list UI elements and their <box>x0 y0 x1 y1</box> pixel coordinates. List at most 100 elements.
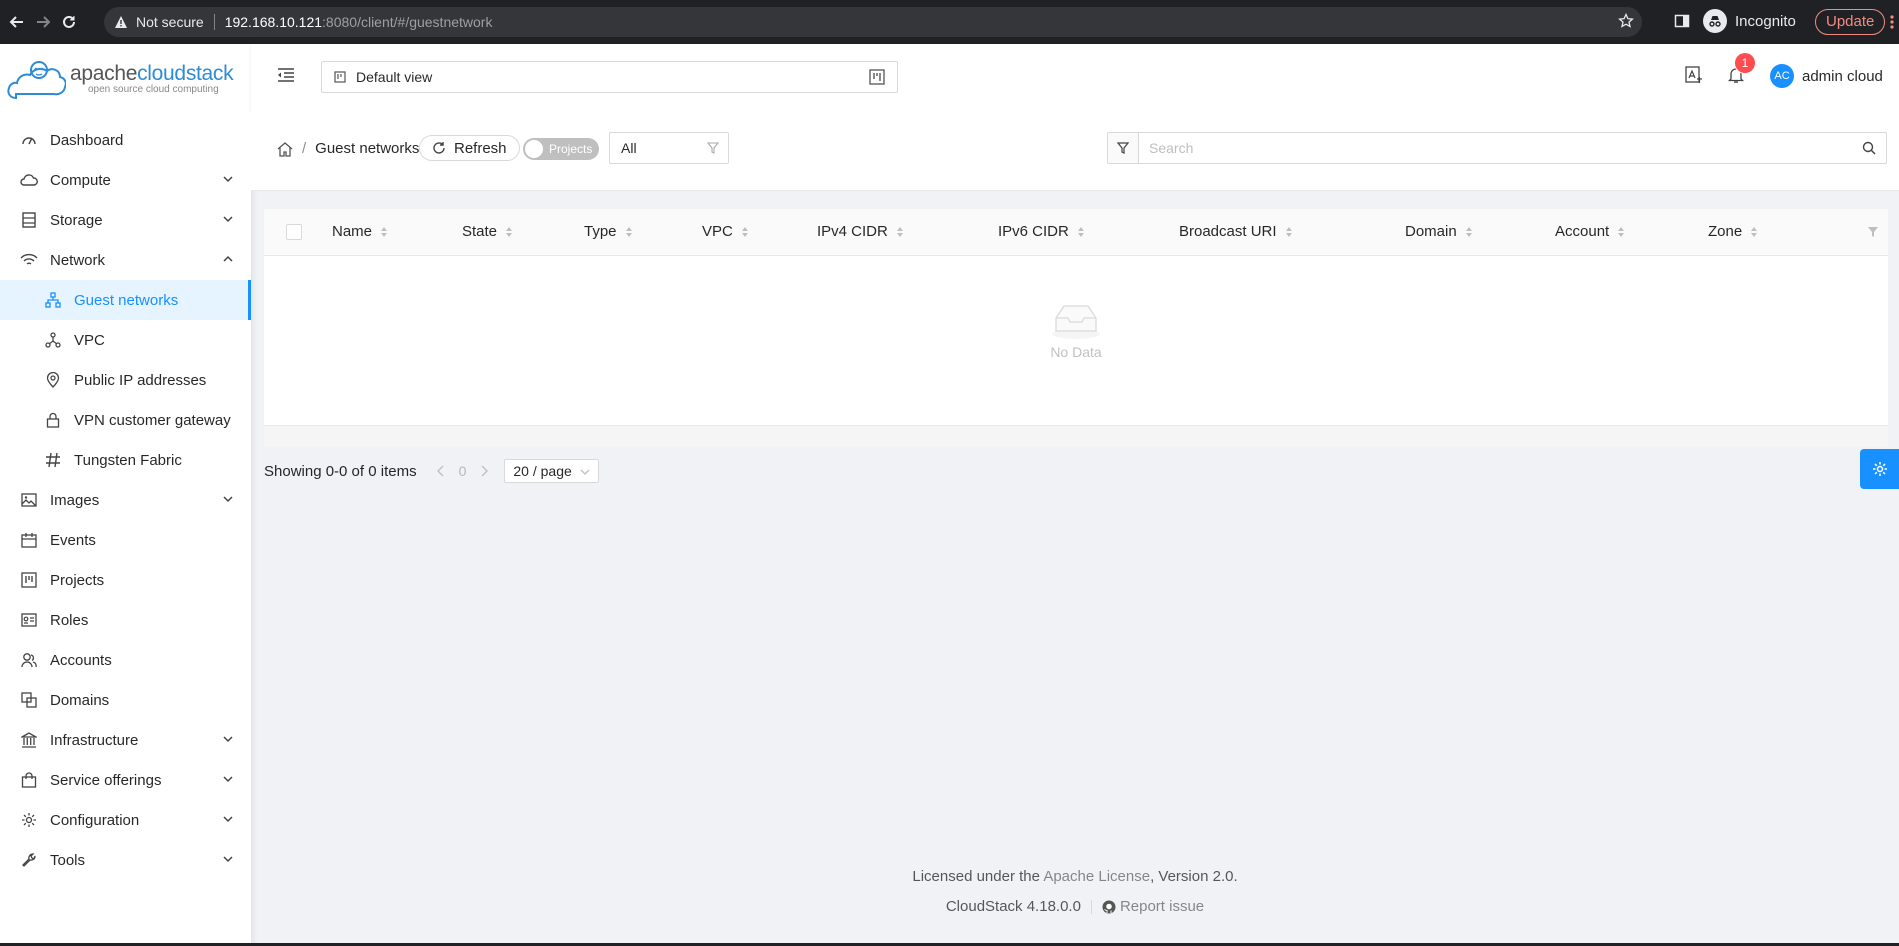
notifications[interactable]: 1 <box>1727 53 1755 84</box>
browser-toolbar: Not secure 192.168.10.121 :8080/client/#… <box>0 0 1899 44</box>
sidebar-item-label: Roles <box>50 611 89 629</box>
page-size-value: 20 / page <box>513 463 572 479</box>
sidebar-item-images[interactable]: Images <box>0 480 251 520</box>
search-icon[interactable] <box>1862 141 1876 155</box>
avatar: AC <box>1770 64 1794 88</box>
sidebar-item-storage[interactable]: Storage <box>0 200 251 240</box>
license-prefix: Licensed under the <box>912 868 1044 885</box>
side-panel-icon[interactable] <box>1674 13 1690 29</box>
sidebar-item-tungsten-fabric[interactable]: Tungsten Fabric <box>0 440 251 480</box>
column-label: Account <box>1555 223 1610 240</box>
chevron-down-icon <box>223 814 233 824</box>
view-label: Default view <box>356 69 433 85</box>
sidebar-item-label: Infrastructure <box>50 731 139 749</box>
browser-menu-icon[interactable] <box>1890 14 1894 30</box>
chevron-down-icon <box>223 214 233 224</box>
sidebar-item-dashboard[interactable]: Dashboard <box>0 120 251 160</box>
search-input[interactable]: Search <box>1139 132 1887 164</box>
column-filter-icon[interactable] <box>1867 226 1879 238</box>
page-number[interactable]: 0 <box>459 463 467 479</box>
sidebar-item-label: VPN customer gateway <box>74 411 231 429</box>
sidebar-item-service-offerings[interactable]: Service offerings <box>0 760 251 800</box>
user-menu[interactable]: AC admin cloud <box>1770 64 1883 88</box>
table-footer <box>264 425 1888 447</box>
sidebar-item-events[interactable]: Events <box>0 520 251 560</box>
deployment-unit-icon <box>44 331 62 349</box>
sidebar-item-vpn-customer-gateway[interactable]: VPN customer gateway <box>0 400 251 440</box>
refresh-button[interactable]: Refresh <box>419 135 520 161</box>
dashboard-icon <box>20 131 38 149</box>
sidebar-item-label: Compute <box>50 171 111 189</box>
sidebar-item-label: Images <box>50 491 100 509</box>
column-header-state[interactable]: State <box>462 223 513 240</box>
sidebar-item-label: Dashboard <box>50 131 124 149</box>
home-icon[interactable] <box>277 141 293 157</box>
column-header-ipv4-cidr[interactable]: IPv4 CIDR <box>817 223 904 240</box>
sidebar-item-accounts[interactable]: Accounts <box>0 640 251 680</box>
sidebar-item-guest-networks[interactable]: Guest networks <box>0 280 251 320</box>
column-label: IPv6 CIDR <box>998 223 1069 240</box>
column-header-broadcast-uri[interactable]: Broadcast URI <box>1179 223 1293 240</box>
address-bar[interactable]: Not secure 192.168.10.121 :8080/client/#… <box>104 7 1642 37</box>
sidebar-item-label: Tools <box>50 851 86 869</box>
sort-icon <box>625 226 633 238</box>
sidebar-item-projects[interactable]: Projects <box>0 560 251 600</box>
sidebar-item-public-ip-addresses[interactable]: Public IP addresses <box>0 360 251 400</box>
column-header-vpc[interactable]: VPC <box>702 223 749 240</box>
update-button[interactable]: Update <box>1815 9 1886 35</box>
select-all-checkbox[interactable] <box>286 224 302 240</box>
view-selector[interactable]: Default view <box>321 61 898 93</box>
project-board-icon[interactable] <box>869 69 885 85</box>
sidebar-item-label: Accounts <box>50 651 112 669</box>
setting-icon <box>20 811 38 829</box>
menu-fold-icon[interactable] <box>277 67 295 83</box>
sidebar-item-roles[interactable]: Roles <box>0 600 251 640</box>
column-header-name[interactable]: Name <box>332 223 388 240</box>
page-size-select[interactable]: 20 / page <box>504 459 599 483</box>
settings-drawer-button[interactable] <box>1860 449 1899 489</box>
column-header-account[interactable]: Account <box>1555 223 1625 240</box>
sidebar-item-compute[interactable]: Compute <box>0 160 251 200</box>
report-issue-link[interactable]: Report issue <box>1120 896 1204 918</box>
column-label: Broadcast URI <box>1179 223 1277 240</box>
logo[interactable]: apachecloudstack open source cloud compu… <box>0 44 251 112</box>
sidebar-item-domains[interactable]: Domains <box>0 680 251 720</box>
forward-icon[interactable] <box>32 11 54 33</box>
team-icon <box>20 651 38 669</box>
sidebar-item-configuration[interactable]: Configuration <box>0 800 251 840</box>
project-icon <box>20 571 38 589</box>
environment-icon <box>44 371 62 389</box>
column-header-ipv6-cidr[interactable]: IPv6 CIDR <box>998 223 1085 240</box>
chevron-down-icon <box>223 734 233 744</box>
prev-page-icon[interactable] <box>436 465 445 477</box>
sort-icon <box>1750 226 1758 238</box>
column-header-zone[interactable]: Zone <box>1708 223 1758 240</box>
chevron-down-icon <box>223 494 233 504</box>
column-header-domain[interactable]: Domain <box>1405 223 1473 240</box>
filter-select[interactable]: All <box>609 132 729 164</box>
incognito-label: Incognito <box>1735 12 1796 30</box>
license-link[interactable]: Apache License <box>1043 868 1150 885</box>
column-header-type[interactable]: Type <box>584 223 633 240</box>
page-toolbar: / Guest networks Refresh Projects All Se… <box>251 111 1899 191</box>
warning-icon <box>114 15 128 29</box>
sidebar-item-infrastructure[interactable]: Infrastructure <box>0 720 251 760</box>
filter-icon <box>1117 142 1129 154</box>
filter-icon <box>707 142 719 154</box>
reload-icon[interactable] <box>58 11 80 33</box>
license-line: Licensed under the Apache License, Versi… <box>251 866 1899 888</box>
toggle-knob <box>525 140 543 158</box>
sidebar-item-tools[interactable]: Tools <box>0 840 251 880</box>
incognito-indicator[interactable]: Incognito <box>1703 9 1796 33</box>
apartment-icon <box>44 291 62 309</box>
sidebar-item-vpc[interactable]: VPC <box>0 320 251 360</box>
image-translate-icon[interactable] <box>1685 66 1703 84</box>
next-page-icon[interactable] <box>480 465 489 477</box>
bookmark-star-icon[interactable] <box>1618 13 1634 29</box>
advanced-filter-button[interactable] <box>1107 132 1139 164</box>
back-icon[interactable] <box>6 11 28 33</box>
projects-toggle[interactable]: Projects <box>523 138 599 160</box>
sidebar-item-network[interactable]: Network <box>0 240 251 280</box>
divider <box>213 14 215 30</box>
security-label: Not secure <box>136 14 204 30</box>
